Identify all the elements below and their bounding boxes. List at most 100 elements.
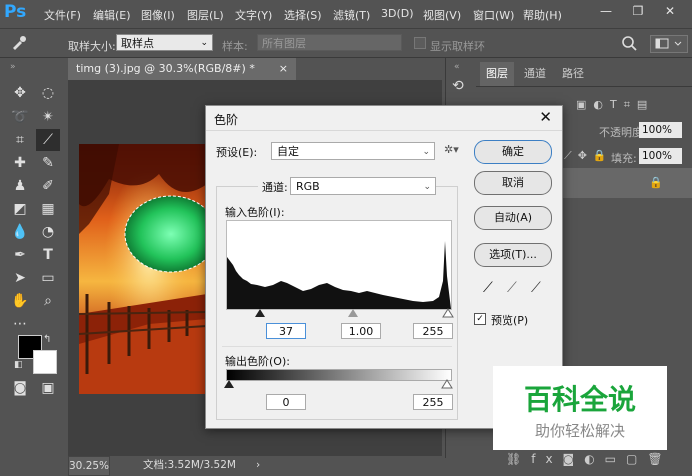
opacity-field[interactable]: 100%	[639, 122, 682, 138]
preview-checkbox[interactable]: ✓	[474, 313, 486, 325]
output-sliders[interactable]	[223, 379, 455, 391]
hand-tool-icon[interactable]: ✋	[8, 290, 32, 312]
path-selection-tool-icon[interactable]: ➤	[8, 267, 32, 289]
zoom-tool-icon[interactable]: ⌕	[36, 290, 60, 312]
move-tool-icon[interactable]: ✥	[8, 82, 32, 104]
lasso-tool-icon[interactable]: ➰	[8, 106, 32, 128]
pen-tool-icon[interactable]: ✒	[8, 244, 32, 266]
crop-tool-icon[interactable]: ⌗	[8, 129, 32, 151]
black-point-eyedropper-icon[interactable]: ⟋	[483, 280, 493, 296]
watermark-logo: 百科全说 助你轻松解决	[493, 366, 667, 450]
healing-brush-tool-icon[interactable]: ✚	[8, 152, 32, 174]
document-title: timg (3).jpg @ 30.3%(RGB/8#) *	[76, 62, 255, 75]
dialog-close-icon[interactable]: ✕	[539, 108, 552, 126]
histogram	[226, 220, 452, 310]
gradient-tool-icon[interactable]: ▦	[36, 198, 60, 220]
status-menu-arrow-icon[interactable]: ›	[256, 456, 260, 475]
dodge-tool-icon[interactable]: ◔	[36, 221, 60, 243]
layer-filter-icons[interactable]: ▣◐T⌗▤	[576, 98, 654, 112]
watermark-subtitle: 助你轻松解决	[534, 422, 625, 440]
magic-wand-tool-icon[interactable]: ✴	[36, 106, 60, 128]
background-color-swatch[interactable]	[33, 350, 57, 374]
options-bar: 取样大小: 取样点 ⌄ 样本: 所有图层 显示取样环	[0, 29, 692, 58]
menu-help[interactable]: 帮助(H)	[523, 7, 562, 23]
menu-view[interactable]: 视图(V)	[423, 7, 461, 23]
sample-size-select[interactable]: 取样点 ⌄	[116, 34, 213, 51]
ellipse-marquee-tool-icon[interactable]: ◌	[36, 82, 60, 104]
layer-actions-bar[interactable]: ⛓fx◙◐▭▢🗑	[506, 452, 673, 466]
menu-layer[interactable]: 图层(L)	[187, 7, 224, 23]
preset-label: 预设(E):	[216, 146, 258, 159]
tab-channels[interactable]: 通道	[518, 62, 552, 86]
show-ring-checkbox[interactable]	[414, 37, 426, 49]
tab-paths[interactable]: 路径	[556, 62, 590, 86]
input-sliders[interactable]	[254, 308, 454, 320]
status-bar: 30.25% 文档:3.52M/3.52M ›	[68, 456, 442, 476]
close-document-icon[interactable]: ×	[279, 58, 288, 80]
chevron-down-icon: ⌄	[422, 147, 430, 157]
chevron-down-icon: ⌄	[423, 182, 431, 192]
options-button[interactable]: 选项(T)...	[474, 243, 552, 267]
auto-button[interactable]: 自动(A)	[474, 206, 552, 230]
panel-divider	[476, 86, 692, 87]
ok-button[interactable]: 确定	[474, 140, 552, 164]
input-gamma-field[interactable]: 1.00	[341, 323, 381, 339]
collapse-panels-icon[interactable]: «	[454, 62, 460, 72]
channel-select[interactable]: RGB ⌄	[290, 177, 436, 195]
eraser-tool-icon[interactable]: ◩	[8, 198, 32, 220]
gray-point-eyedropper-icon[interactable]: ⟋	[507, 280, 517, 296]
input-black-field[interactable]: 37	[266, 323, 306, 339]
blur-tool-icon[interactable]: 💧	[8, 221, 32, 243]
workspace-switcher[interactable]	[650, 35, 688, 53]
sample-select[interactable]: 所有图层	[257, 34, 402, 51]
document-size: 文档:3.52M/3.52M	[143, 459, 236, 471]
tab-layers[interactable]: 图层	[480, 62, 514, 86]
search-icon[interactable]	[620, 34, 638, 52]
preset-select[interactable]: 自定 ⌄	[271, 142, 435, 160]
menu-filter[interactable]: 滤镜(T)	[333, 7, 370, 23]
document-image[interactable]	[79, 144, 207, 394]
more-tools-icon[interactable]: ⋯	[8, 313, 32, 335]
zoom-level[interactable]: 30.25%	[68, 456, 110, 476]
history-panel-icon[interactable]: ⟲	[452, 78, 464, 94]
screen-mode-icon[interactable]: ▣	[36, 377, 60, 399]
document-tab[interactable]: timg (3).jpg @ 30.3%(RGB/8#) * ×	[68, 58, 296, 80]
eyedropper-preset-icon[interactable]	[8, 33, 28, 53]
minimize-button[interactable]: —	[596, 4, 616, 22]
history-brush-tool-icon[interactable]: ✐	[36, 175, 60, 197]
quick-mask-icon[interactable]: ◙	[8, 377, 32, 399]
menu-edit[interactable]: 编辑(E)	[93, 7, 131, 23]
menu-image[interactable]: 图像(I)	[141, 7, 175, 23]
clone-stamp-tool-icon[interactable]: ♟	[8, 175, 32, 197]
fill-field[interactable]: 100%	[639, 148, 682, 164]
preview-label: 预览(P)	[491, 314, 529, 327]
type-tool-icon[interactable]: T	[36, 244, 60, 266]
rectangle-tool-icon[interactable]: ▭	[36, 267, 60, 289]
close-window-button[interactable]: ✕	[660, 4, 680, 22]
menu-select[interactable]: 选择(S)	[284, 7, 322, 23]
collapse-arrows-icon[interactable]: »	[10, 62, 16, 72]
cancel-button[interactable]: 取消	[474, 171, 552, 195]
photoshop-logo: Ps	[4, 2, 27, 22]
layer-lock-icon: 🔒	[649, 176, 663, 189]
input-white-field[interactable]: 255	[413, 323, 453, 339]
menu-window[interactable]: 窗口(W)	[473, 7, 514, 23]
swap-colors-icon[interactable]: ↰	[43, 334, 51, 345]
output-levels-label: 输出色阶(O):	[225, 355, 290, 368]
menu-file[interactable]: 文件(F)	[44, 7, 81, 23]
input-levels-label: 输入色阶(I):	[225, 206, 285, 219]
tools: ✥ ◌ ➰ ✴ ⌗ ⟋ ✚ ✎ ♟ ✐ ◩ ▦ 💧 ◔ ✒ T ➤ ▭ ✋ ⌕ …	[5, 72, 67, 402]
dialog-title: 色阶	[214, 113, 239, 127]
default-colors-icon[interactable]: ◧	[14, 360, 23, 370]
output-black-field[interactable]: 0	[266, 394, 306, 410]
lock-icons[interactable]: ⟋✥🔒	[564, 149, 613, 163]
brush-tool-icon[interactable]: ✎	[36, 152, 60, 174]
eyedropper-tool-icon[interactable]: ⟋	[36, 129, 60, 151]
white-point-eyedropper-icon[interactable]: ⟋	[531, 280, 541, 296]
menu-type[interactable]: 文字(Y)	[235, 7, 272, 23]
preset-options-gear-icon[interactable]: ✲▾	[444, 143, 459, 156]
channel-label: 通道:	[258, 179, 292, 195]
menu-3d[interactable]: 3D(D)	[381, 7, 414, 20]
output-white-field[interactable]: 255	[413, 394, 453, 410]
restore-button[interactable]: ❐	[628, 4, 648, 22]
